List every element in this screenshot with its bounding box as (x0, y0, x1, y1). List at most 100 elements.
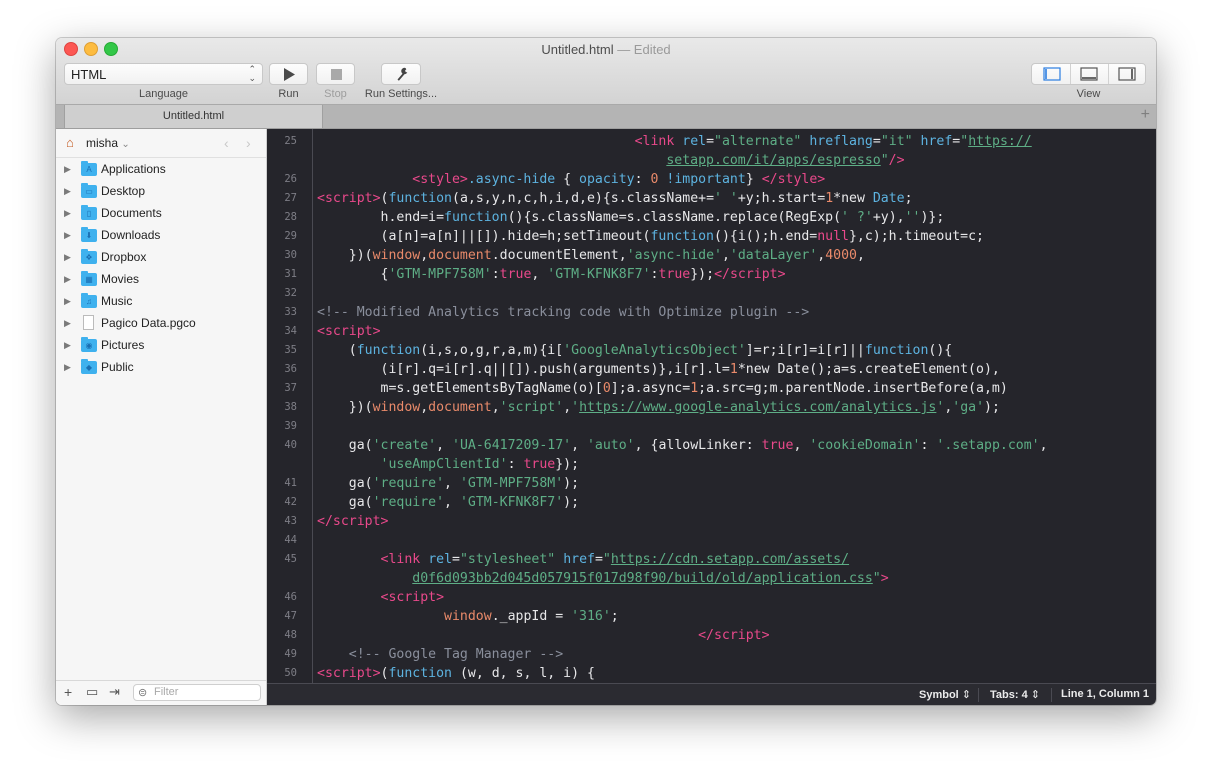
code-line[interactable]: 42 ga('require', 'GTM-KFNK8F7'); (267, 493, 1156, 512)
run-settings-button[interactable] (381, 63, 421, 85)
code-line[interactable]: 31 {'GTM-MPF758M':true, 'GTM-KFNK8F7':tr… (267, 265, 1156, 284)
disclosure-triangle-icon[interactable]: ▶ (64, 362, 71, 373)
sidebar-item[interactable]: ▶ ◆ Public (56, 357, 266, 379)
line-number: 39 (284, 420, 297, 432)
code-text: <link rel="stylesheet" href="https://cdn… (380, 552, 850, 567)
code-line[interactable]: 41 ga('require', 'GTM-MPF758M'); (267, 474, 1156, 493)
disclosure-triangle-icon[interactable]: ▶ (64, 296, 71, 307)
line-number: 48 (284, 629, 297, 641)
new-folder-icon[interactable]: ▭ (86, 684, 98, 700)
disclosure-triangle-icon[interactable]: ▶ (64, 230, 71, 241)
code-line[interactable]: setapp.com/it/apps/espresso"/> (267, 151, 1156, 170)
divider (1051, 688, 1052, 702)
code-text: {'GTM-MPF758M':true, 'GTM-KFNK8F7':true}… (317, 267, 786, 282)
code-line[interactable]: 46 <script> (267, 588, 1156, 607)
code-text: ga('require', 'GTM-KFNK8F7'); (317, 495, 580, 510)
disclosure-triangle-icon[interactable]: ▶ (64, 274, 71, 285)
code-line[interactable]: 33 <!-- Modified Analytics tracking code … (267, 303, 1156, 322)
view-segmented-control (1031, 63, 1146, 85)
filter-input[interactable]: ⊜ Filter (133, 684, 261, 701)
sidebar-item[interactable]: ▶ ▭ Desktop (56, 181, 266, 203)
disclosure-triangle-icon[interactable]: ▶ (64, 164, 71, 175)
line-number: 32 (284, 287, 297, 299)
sidebar-item[interactable]: ▶ Pagico Data.pgco (56, 313, 266, 335)
stop-button[interactable] (316, 63, 355, 85)
tabs-selector[interactable]: Tabs: 4 ⇕ (990, 688, 1040, 701)
disclosure-triangle-icon[interactable]: ▶ (64, 340, 71, 351)
code-line[interactable]: 28 h.end=i=function(){s.className=s.clas… (267, 208, 1156, 227)
toggle-bottom-panel-button[interactable] (1070, 64, 1109, 84)
tab-untitled-html[interactable]: Untitled.html (64, 105, 323, 128)
user-folder-dropdown[interactable]: misha ⌄ (86, 136, 130, 150)
code-line[interactable]: 27 <script>(function(a,s,y,n,c,h,i,d,e){s… (267, 189, 1156, 208)
code-text: <script>(function (w, d, s, l, i) { (317, 666, 595, 681)
code-line[interactable]: 37 m=s.getElementsByTagName(o)[0];a.asyn… (267, 379, 1156, 398)
code-line[interactable]: 36 (i[r].q=i[r].q||[]).push(arguments)},… (267, 360, 1156, 379)
line-number: 47 (284, 610, 297, 622)
add-icon[interactable]: + (64, 684, 72, 700)
code-text: <script> (317, 324, 381, 339)
disclosure-triangle-icon[interactable]: ▶ (64, 208, 71, 219)
code-line[interactable]: 34 <script> (267, 322, 1156, 341)
sidebar-item[interactable]: ▶ A Applications (56, 159, 266, 181)
code-line[interactable]: 47 window._appId = '316'; (267, 607, 1156, 626)
code-line[interactable]: 'useAmpClientId': true}); (267, 455, 1156, 474)
forward-chevron-icon[interactable]: › (246, 135, 251, 151)
code-line[interactable]: 29 (a[n]=a[n]||[]).hide=h;setTimeout(fun… (267, 227, 1156, 246)
sidebar-item[interactable]: ▶ ▦ Movies (56, 269, 266, 291)
code-text: h.end=i=function(){s.className=s.classNa… (317, 210, 945, 225)
disclosure-triangle-icon[interactable]: ▶ (64, 318, 71, 329)
run-button[interactable] (269, 63, 308, 85)
code-line[interactable]: 26 <style>.async-hide { opacity: 0 !impo… (267, 170, 1156, 189)
sidebar-item-label: Public (101, 360, 134, 374)
toggle-sidebar-button[interactable] (1032, 64, 1071, 84)
sidebar-item[interactable]: ▶ ⬇ Downloads (56, 225, 266, 247)
sidebar-left-icon (1043, 67, 1061, 81)
code-line[interactable]: 49 <!-- Google Tag Manager --> (267, 645, 1156, 664)
code-line[interactable]: 35 (function(i,s,o,g,r,a,m){i['GoogleAna… (267, 341, 1156, 360)
back-chevron-icon[interactable]: ‹ (224, 135, 229, 151)
code-line[interactable]: d0f6d093bb2d045d057915f017d98f90/build/o… (267, 569, 1156, 588)
sidebar-item-label: Pictures (101, 338, 145, 352)
sidebar-item[interactable]: ▶ ❖ Dropbox (56, 247, 266, 269)
code-line[interactable]: 40 ga('create', 'UA-6417209-17', 'auto',… (267, 436, 1156, 455)
code-line[interactable]: 38 })(window,document,'script','https://… (267, 398, 1156, 417)
symbol-selector[interactable]: Symbol ⇕ (919, 688, 971, 701)
code-line[interactable]: 32 (267, 284, 1156, 303)
movies-folder-icon: ▦ (81, 271, 97, 286)
code-line[interactable]: 43 </script> (267, 512, 1156, 531)
language-select[interactable]: HTML ⌃ ⌄ (64, 63, 263, 85)
folder-glyph: ▯ (86, 209, 92, 218)
line-number: 41 (284, 477, 297, 489)
code-text: </script> (698, 628, 770, 643)
sidebar-item[interactable]: ▶ ◉ Pictures (56, 335, 266, 357)
code-line[interactable]: 44 (267, 531, 1156, 550)
folder-glyph: A (86, 165, 92, 174)
play-icon (284, 68, 295, 81)
code-text: })(window,document.documentElement,'asyn… (317, 248, 865, 263)
line-number: 42 (284, 496, 297, 508)
code-line[interactable]: 25 <link rel="alternate" hreflang="it" h… (267, 132, 1156, 151)
code-editor[interactable]: 25 <link rel="alternate" hreflang="it" h… (267, 129, 1156, 683)
tab-bar: Untitled.html + (56, 105, 1156, 129)
code-line[interactable]: 30 })(window,document.documentElement,'a… (267, 246, 1156, 265)
code-text: d0f6d093bb2d045d057915f017d98f90/build/o… (412, 571, 889, 586)
code-text: </script> (317, 514, 389, 529)
toggle-right-panel-button[interactable] (1108, 64, 1146, 84)
disclosure-triangle-icon[interactable]: ▶ (64, 186, 71, 197)
code-text: (i[r].q=i[r].q||[]).push(arguments)},i[r… (317, 362, 1000, 377)
disclosure-triangle-icon[interactable]: ▶ (64, 252, 71, 263)
add-tab-icon[interactable]: + (1141, 106, 1150, 124)
code-line[interactable]: 50 <script>(function (w, d, s, l, i) { (267, 664, 1156, 683)
code-line[interactable]: 48 </script> (267, 626, 1156, 645)
code-line[interactable]: 39 (267, 417, 1156, 436)
line-number: 33 (284, 306, 297, 318)
code-line[interactable]: 45 <link rel="stylesheet" href="https://… (267, 550, 1156, 569)
sidebar-item[interactable]: ▶ ▯ Documents (56, 203, 266, 225)
sidebar-item[interactable]: ▶ ♫ Music (56, 291, 266, 313)
line-number: 46 (284, 591, 297, 603)
reveal-file-icon[interactable]: ⇥ (109, 684, 120, 700)
downloads-folder-icon: ⬇ (81, 227, 97, 242)
status-bar: Symbol ⇕ Tabs: 4 ⇕ Line 1, Column 1 (267, 683, 1156, 705)
sidebar-item-label: Music (101, 294, 133, 308)
